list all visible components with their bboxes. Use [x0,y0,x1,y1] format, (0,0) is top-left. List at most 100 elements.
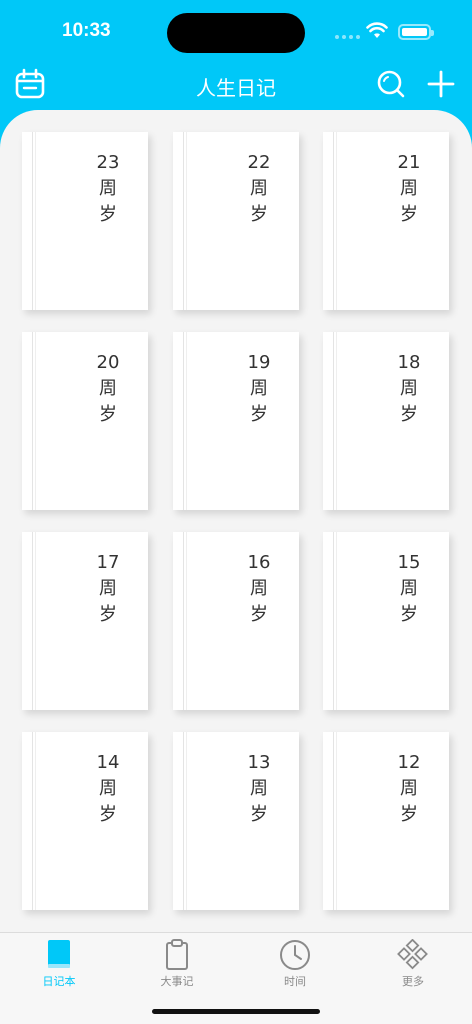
notebook-card[interactable]: 12 周 岁 [323,732,449,910]
notebook-word: 岁 [99,804,117,825]
notebook-word: 岁 [250,604,268,625]
notebook-card[interactable]: 20 周 岁 [22,332,148,510]
notebook-word: 岁 [99,404,117,425]
book-spine [183,532,184,710]
tab-time[interactable]: 时间 [236,939,354,995]
notebook-word: 周 [250,178,268,199]
notebook-card[interactable]: 19 周 岁 [173,332,299,510]
notebook-number: 13 [247,752,271,773]
notebook-number: 20 [96,352,120,373]
clock-icon [280,940,310,970]
notebook-word: 岁 [250,404,268,425]
notebook-word: 周 [99,178,117,199]
book-spine [32,732,33,910]
notebook-word: 岁 [400,204,418,225]
notebook-card[interactable]: 17 周 岁 [22,532,148,710]
tab-more[interactable]: 更多 [354,939,472,995]
notebook-word: 周 [400,378,418,399]
tab-diary[interactable]: 日记本 [0,939,118,995]
notebook-number: 12 [397,752,421,773]
notebook-word: 岁 [400,804,418,825]
book-spine [333,532,334,710]
notebook-label: 19 周 岁 [239,350,279,428]
book-spine [32,532,33,710]
book-spine [35,532,36,710]
tab-label: 日记本 [42,975,76,988]
plus-icon[interactable] [425,68,457,100]
status-time: 10:33 [62,20,111,41]
notebook-number: 19 [247,352,271,373]
notebook-word: 岁 [400,404,418,425]
notebook-label: 13 周 岁 [239,750,279,828]
book-spine [35,332,36,510]
notebook-word: 周 [400,578,418,599]
notebook-word: 周 [99,578,117,599]
book-spine [333,132,334,310]
book-spine [336,332,337,510]
book-spine [336,532,337,710]
notebook-label: 12 周 岁 [389,750,429,828]
notebook-number: 22 [247,152,271,173]
notebook-word: 周 [250,778,268,799]
book-spine [186,132,187,310]
notebook-number: 15 [397,552,421,573]
tab-label: 大事记 [160,975,194,988]
tab-label: 更多 [402,975,424,988]
book-spine [32,332,33,510]
tab-events[interactable]: 大事记 [118,939,236,995]
notebook-card[interactable]: 23 周 岁 [22,132,148,310]
tab-label: 时间 [284,975,306,988]
notebook-card[interactable]: 21 周 岁 [323,132,449,310]
notebook-word: 岁 [250,204,268,225]
book-spine [333,732,334,910]
book-spine [183,332,184,510]
notebook-card[interactable]: 13 周 岁 [173,732,299,910]
notebook-word: 周 [250,578,268,599]
clipboard-icon [166,939,188,970]
book-spine [186,332,187,510]
cellular-signal-icon [335,35,360,39]
notebook-card[interactable]: 18 周 岁 [323,332,449,510]
notebook-word: 周 [99,378,117,399]
notebook-word: 周 [250,378,268,399]
book-spine [186,532,187,710]
notebook-number: 17 [96,552,120,573]
notebook-number: 21 [397,152,421,173]
notebook-label: 16 周 岁 [239,550,279,628]
notebook-word: 岁 [99,604,117,625]
notebook-word: 岁 [400,604,418,625]
notebook-number: 18 [397,352,421,373]
notebook-label: 20 周 岁 [88,350,128,428]
notebook-card[interactable]: 16 周 岁 [173,532,299,710]
notebook-number: 23 [96,152,120,173]
notebook-card[interactable]: 22 周 岁 [173,132,299,310]
book-spine [183,132,184,310]
notebook-grid: 23 周 岁 22 周 岁 21 周 岁 20 周 岁 19 周 岁 18 周 … [0,110,472,932]
notebook-card[interactable]: 14 周 岁 [22,732,148,910]
notebook-word: 周 [99,778,117,799]
notebook-card[interactable]: 15 周 岁 [323,532,449,710]
book-spine [32,132,33,310]
notebook-label: 18 周 岁 [389,350,429,428]
notebook-label: 22 周 岁 [239,150,279,228]
more-grid-icon [397,939,428,970]
search-icon[interactable] [376,69,406,99]
notebook-label: 21 周 岁 [389,150,429,228]
notebook-label: 17 周 岁 [88,550,128,628]
wifi-icon [366,22,388,38]
book-spine [35,732,36,910]
notebook-icon [48,940,70,968]
notebook-word: 周 [400,778,418,799]
notebook-label: 23 周 岁 [88,150,128,228]
notebook-word: 岁 [99,204,117,225]
notebook-word: 周 [400,178,418,199]
book-spine [35,132,36,310]
home-indicator[interactable] [152,1009,320,1014]
book-spine [336,132,337,310]
notebook-label: 14 周 岁 [88,750,128,828]
notebook-word: 岁 [250,804,268,825]
book-spine [336,732,337,910]
book-spine [186,732,187,910]
book-spine [183,732,184,910]
dynamic-island [167,13,305,53]
